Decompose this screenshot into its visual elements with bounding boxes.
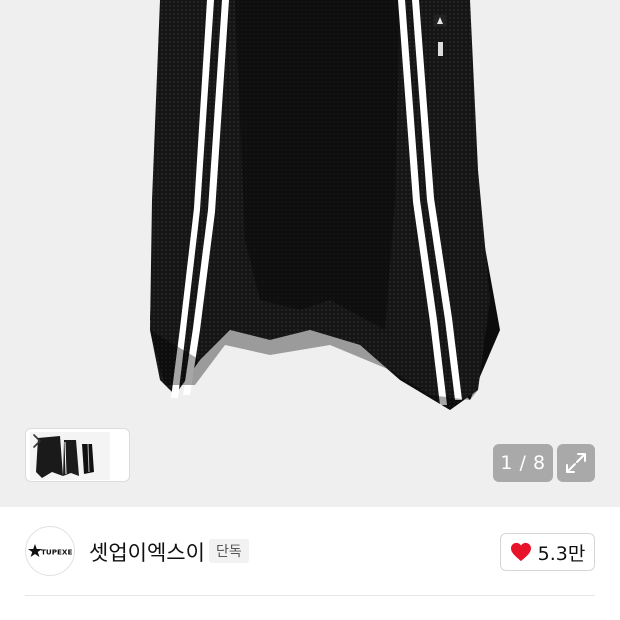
brand-name[interactable]: 셋업이엑스이: [89, 537, 205, 567]
expand-button[interactable]: [557, 444, 595, 482]
product-image[interactable]: 1 / 8: [0, 0, 620, 507]
divider: [25, 595, 595, 596]
brand-logo[interactable]: TUPEXE: [25, 526, 75, 576]
thumbnail-strip[interactable]: [25, 428, 130, 482]
heart-icon: [510, 542, 531, 562]
exclusive-badge: 단독: [209, 539, 249, 563]
product-page: 1 / 8 TUPEXE 셋업이엑스이 단독 5.3만: [0, 0, 620, 620]
brand-row: TUPEXE 셋업이엑스이 단독 5.3만: [0, 507, 620, 595]
image-counter-text: 1 / 8: [500, 452, 546, 474]
like-count: 5.3만: [537, 542, 586, 565]
brand-logo-mark: TUPEXE: [28, 544, 72, 557]
svg-text:TUPEXE: TUPEXE: [41, 548, 72, 557]
chevron-right-icon[interactable]: [30, 432, 44, 450]
like-button[interactable]: 5.3만: [500, 533, 595, 571]
expand-icon: [566, 453, 586, 473]
image-counter: 1 / 8: [493, 444, 553, 482]
